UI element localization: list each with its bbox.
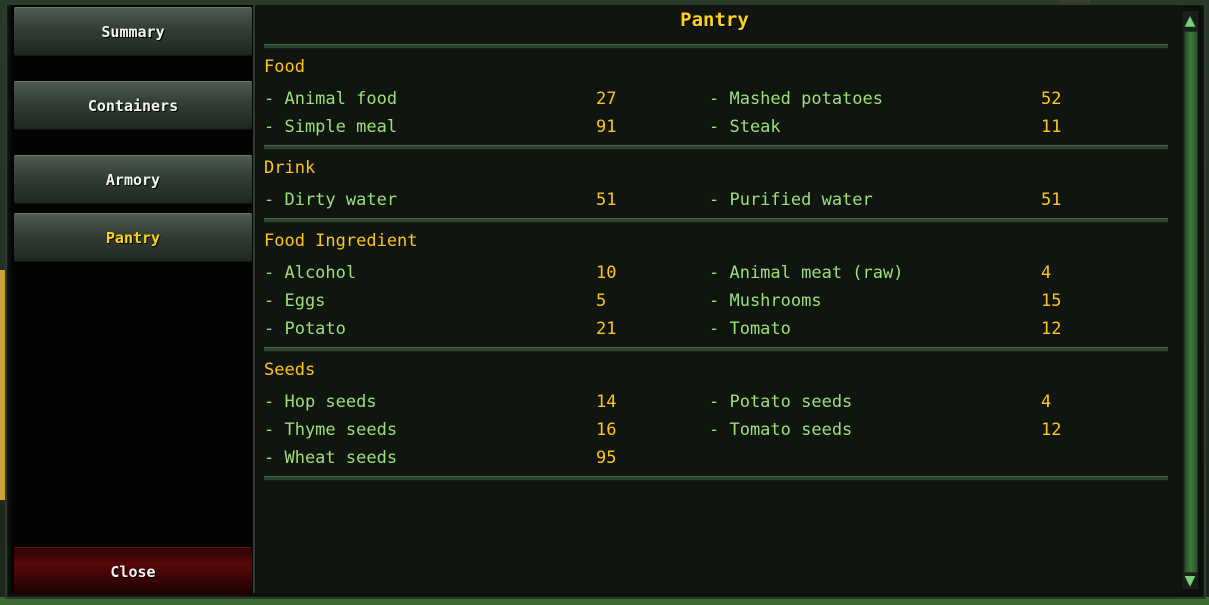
item-name: - Purified water xyxy=(709,190,873,210)
pantry-button[interactable]: Pantry xyxy=(14,213,252,262)
divider xyxy=(264,145,1168,150)
item-name: - Potato seeds xyxy=(709,392,853,412)
item-name: - Tomato seeds xyxy=(709,420,853,440)
item-quantity: 21 xyxy=(596,319,617,339)
item-name: - Mushrooms xyxy=(709,291,822,311)
scroll-up-icon[interactable]: ▲ xyxy=(1182,13,1198,29)
item-name: - Wheat seeds xyxy=(264,448,398,468)
item-name: - Alcohol xyxy=(264,263,357,283)
summary-button[interactable]: Summary xyxy=(14,7,252,56)
pantry-panel: Pantry Food - Animal food 27 - Mashed po… xyxy=(256,5,1181,593)
item-quantity: 12 xyxy=(1041,420,1062,440)
item-quantity: 91 xyxy=(596,117,617,137)
item-name: - Steak xyxy=(709,117,781,137)
item-name: - Simple meal xyxy=(264,117,398,137)
stockpile-window: Summary Containers Armory Pantry Close P… xyxy=(5,3,1206,599)
item-quantity: 95 xyxy=(596,448,617,468)
item-quantity: 5 xyxy=(596,291,607,311)
item-quantity: 51 xyxy=(596,190,617,210)
divider xyxy=(264,44,1168,49)
divider xyxy=(264,476,1168,481)
item-quantity: 4 xyxy=(1041,392,1052,412)
item-name: - Animal meat (raw) xyxy=(709,263,904,283)
scroll-down-icon[interactable]: ▼ xyxy=(1182,573,1198,589)
category-food-ingredient-label: Food Ingredient xyxy=(264,231,418,251)
item-name: - Dirty water xyxy=(264,190,398,210)
item-quantity: 51 xyxy=(1041,190,1062,210)
item-name: - Mashed potatoes xyxy=(709,89,883,109)
item-name: - Tomato xyxy=(709,319,791,339)
page-title: Pantry xyxy=(680,9,749,31)
item-name: - Animal food xyxy=(264,89,398,109)
item-name: - Thyme seeds xyxy=(264,420,398,440)
item-name: - Potato xyxy=(264,319,346,339)
item-quantity: 11 xyxy=(1041,117,1062,137)
item-quantity: 12 xyxy=(1041,319,1062,339)
sidebar: Summary Containers Armory Pantry Close xyxy=(11,5,255,596)
item-name: - Eggs xyxy=(264,291,326,311)
containers-button[interactable]: Containers xyxy=(14,81,252,130)
divider xyxy=(264,347,1168,352)
category-drink-label: Drink xyxy=(264,158,316,178)
divider xyxy=(264,218,1168,223)
armory-button[interactable]: Armory xyxy=(14,155,252,204)
category-seeds-label: Seeds xyxy=(264,360,316,380)
item-quantity: 4 xyxy=(1041,263,1052,283)
item-quantity: 14 xyxy=(596,392,617,412)
scroll-thumb[interactable] xyxy=(1184,31,1198,573)
item-quantity: 10 xyxy=(596,263,617,283)
item-quantity: 15 xyxy=(1041,291,1062,311)
scrollbar[interactable]: ▲ ▼ xyxy=(1182,11,1198,589)
item-quantity: 27 xyxy=(596,89,617,109)
item-name: - Hop seeds xyxy=(264,392,377,412)
category-food-label: Food xyxy=(264,57,305,77)
item-quantity: 16 xyxy=(596,420,617,440)
close-button[interactable]: Close xyxy=(14,547,252,596)
item-quantity: 52 xyxy=(1041,89,1062,109)
